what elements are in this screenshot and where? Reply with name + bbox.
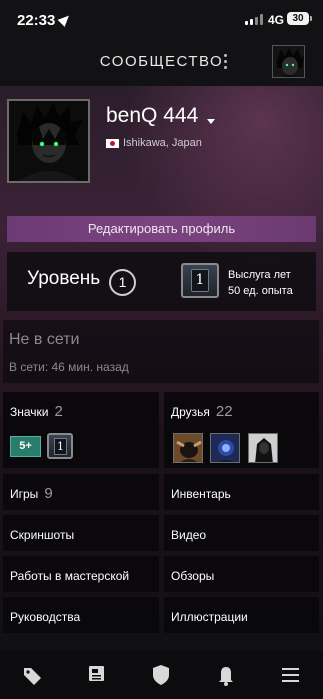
friend-avatar[interactable] [248, 433, 278, 463]
badges-label: Значки [10, 405, 49, 419]
years-of-service-badge[interactable]: 1 [181, 263, 219, 298]
friend-avatar[interactable] [173, 433, 203, 463]
artwork-tile[interactable]: Иллюстрации [164, 597, 319, 633]
games-label: Игры [10, 487, 39, 501]
screenshots-tile[interactable]: Скриншоты [3, 515, 159, 551]
level-label: Уровень [27, 268, 101, 289]
friend-avatar[interactable] [210, 433, 240, 463]
signal-icon [245, 14, 265, 25]
battery-icon: 30 [287, 12, 309, 25]
network-type: 4G [268, 13, 285, 27]
tag-icon[interactable] [0, 650, 64, 699]
location-arrow-icon [57, 12, 73, 27]
guides-tile[interactable]: Руководства [3, 597, 159, 633]
video-label: Видео [171, 528, 207, 542]
video-tile[interactable]: Видео [164, 515, 319, 551]
level-value: 1 [109, 269, 136, 296]
friends-count: 22 [215, 403, 233, 420]
friends-label: Друзья [171, 405, 210, 419]
reviews-tile[interactable]: Обзоры [164, 556, 319, 592]
level-badge-icon[interactable]: 5+ [10, 436, 41, 457]
reviews-label: Обзоры [171, 569, 215, 583]
years-badge-value: 1 [191, 269, 209, 292]
guides-label: Руководства [10, 610, 81, 624]
screenshots-label: Скриншоты [10, 528, 75, 542]
japan-flag-icon [106, 139, 119, 148]
bottom-nav [0, 650, 323, 699]
inventory-label: Инвентарь [171, 487, 231, 501]
workshop-label: Работы в мастерской [10, 569, 130, 583]
profile-avatar[interactable] [7, 99, 90, 183]
bell-icon[interactable] [194, 650, 258, 699]
games-tile[interactable]: Игры 9 [3, 474, 159, 510]
badge-years-value: 1 [54, 438, 67, 455]
xp-label: 50 ед. опыта [228, 285, 293, 297]
status-bar: 22:33 4G 30 [0, 0, 323, 40]
last-online-text: В сети: 46 мин. назад [9, 360, 129, 374]
years-badge-icon[interactable]: 1 [47, 433, 73, 459]
chevron-down-icon[interactable] [207, 119, 215, 124]
shield-icon[interactable] [129, 650, 193, 699]
online-status-title: Не в сети [9, 331, 80, 348]
profile-location: Ishikawa, Japan [123, 137, 202, 149]
years-info: Выслуга лет 50 ед. опыта [228, 267, 293, 299]
inventory-tile[interactable]: Инвентарь [164, 474, 319, 510]
badges-count: 2 [54, 403, 63, 420]
friends-tile[interactable]: Друзья 22 [164, 392, 319, 468]
header-avatar[interactable] [272, 45, 305, 78]
badges-tile[interactable]: Значки 2 5+ 1 [3, 392, 159, 468]
workshop-tile[interactable]: Работы в мастерской [3, 556, 159, 592]
games-count: 9 [44, 485, 53, 502]
online-status-panel: Не в сети В сети: 46 мин. назад [3, 320, 319, 383]
profile-username[interactable]: benQ 444 [106, 104, 198, 128]
news-icon[interactable] [64, 650, 128, 699]
years-label: Выслуга лет [228, 269, 291, 281]
battery-tip [310, 16, 312, 21]
more-options-icon[interactable] [222, 54, 228, 72]
edit-profile-button[interactable]: Редактировать профиль [7, 216, 316, 242]
artwork-label: Иллюстрации [171, 610, 248, 624]
level-panel: Уровень 1 1 Выслуга лет 50 ед. опыта [7, 252, 316, 311]
menu-icon[interactable] [259, 650, 323, 699]
status-time: 22:33 [17, 12, 56, 29]
